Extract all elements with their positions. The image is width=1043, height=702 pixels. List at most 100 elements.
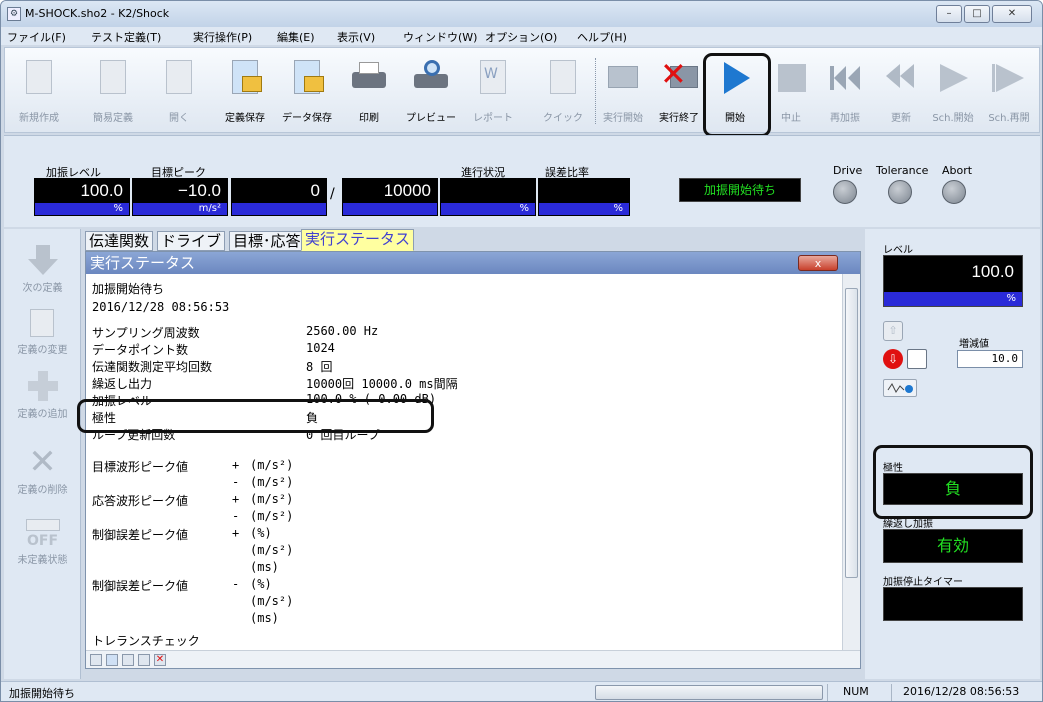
save-data-button[interactable]: データ保存 (279, 54, 335, 128)
peak-row: 目標波形ピーク値 + (m/s²) (92, 458, 294, 474)
tab-target-response[interactable]: 目標･応答 (229, 231, 305, 251)
peak-row: 応答波形ピーク値 + (m/s²) (92, 492, 294, 508)
menu-run-ops[interactable]: 実行操作(P) (193, 29, 252, 45)
level-down-button[interactable]: ⇩ (883, 349, 903, 369)
run-start-icon (604, 58, 642, 98)
close-button[interactable]: ✕ (992, 5, 1032, 23)
menu-window[interactable]: ウィンドウ(W) (403, 29, 477, 45)
minimize-button[interactable]: – (936, 5, 962, 23)
edit-icon (26, 305, 60, 339)
right-level-display: 100.0 % (883, 255, 1023, 307)
statusbar-datetime: 2016/12/28 08:56:53 (903, 685, 1020, 698)
split-icon[interactable] (106, 654, 118, 666)
abort-label: Abort (942, 164, 973, 177)
next-def-button[interactable]: 次の定義 (4, 243, 81, 294)
reexcite-button[interactable]: 再加振 (817, 54, 873, 128)
progress-total-display: 10000 (342, 178, 438, 216)
run-status-title: 実行ステータス (86, 252, 860, 274)
run-status-close-button[interactable]: x (798, 255, 838, 271)
progress-count-display: 0 (231, 178, 327, 216)
info-row: サンプリング周波数 2560.00 Hz (92, 324, 379, 340)
drive-lamp (833, 180, 857, 204)
statusbar-progress (595, 685, 823, 700)
repeat-display: 有効 (883, 529, 1023, 563)
level-up-button[interactable]: ⇧ (883, 321, 903, 341)
status-panel: 加振レベル 目標ピーク 進行状況 誤差比率 100.0% −10.0 m/s² 0… (4, 135, 1040, 227)
undefined-state-button[interactable]: OFF 未定義状態 (4, 515, 81, 566)
run-status-content: 加振開始待ち 2016/12/28 08:56:53 サンプリング周波数 2560… (86, 274, 842, 650)
vertical-scrollbar[interactable] (842, 274, 860, 650)
report-button[interactable]: W レポート (465, 54, 521, 128)
scroll-thumb[interactable] (845, 288, 858, 578)
quick-button[interactable]: クイック (535, 54, 591, 128)
delete-icon: ✕ (28, 442, 57, 482)
preview-button[interactable]: プレビュー (403, 54, 459, 128)
change-def-button[interactable]: 定義の変更 (4, 305, 81, 356)
polarity-highlight-box (77, 399, 434, 433)
right-polarity-highlight-box (873, 445, 1033, 519)
run-end-button[interactable]: ✕ 実行終了 (651, 54, 707, 128)
step-edit-button[interactable] (907, 349, 927, 369)
status-bar: 加振開始待ち NUM 2016/12/28 08:56:53 (1, 681, 1042, 701)
save-data-icon (288, 58, 326, 98)
timestamp-line: 2016/12/28 08:56:53 (92, 300, 230, 314)
progress-percent-display: % (440, 178, 536, 216)
stop-icon (772, 58, 810, 98)
info-row: 繰返し出力 10000回 10000.0 ms間隔 (92, 377, 458, 391)
inner-toolbar: ✕ (86, 650, 860, 668)
tab-drive[interactable]: ドライブ (157, 231, 226, 251)
delete-small-icon[interactable]: ✕ (154, 654, 166, 666)
print-button[interactable]: 印刷 (341, 54, 397, 128)
tab-run-status[interactable]: 実行ステータス (301, 229, 415, 251)
sch-resume-icon (990, 58, 1028, 98)
update-icon (882, 58, 920, 98)
window-title: M-SHOCK.sho2 - K2/Shock (25, 7, 170, 20)
definition-sidebar: 次の定義 定義の変更 定義の追加 ✕ 定義の削除 OFF 未定義状態 (4, 229, 81, 679)
tolerance-lamp (888, 180, 912, 204)
menu-help[interactable]: ヘルプ(H) (577, 29, 627, 45)
stop-timer-display (883, 587, 1023, 621)
off-icon: OFF (25, 515, 60, 549)
sch-resume-button[interactable]: Sch.再開 (981, 54, 1037, 128)
delete-def-button[interactable]: ✕ 定義の削除 (4, 445, 81, 496)
simple-def-icon (94, 58, 132, 98)
paste-icon[interactable] (138, 654, 150, 666)
progress-separator: / (330, 186, 335, 202)
sch-start-button[interactable]: Sch.開始 (925, 54, 981, 128)
new-button[interactable]: 新規作成 (11, 54, 67, 128)
simple-def-button[interactable]: 簡易定義 (85, 54, 141, 128)
update-button[interactable]: 更新 (873, 54, 929, 128)
layout-icon[interactable] (90, 654, 102, 666)
run-status-window: 実行ステータス x 加振開始待ち 2016/12/28 08:56:53 サンプ… (85, 251, 861, 669)
menu-view[interactable]: 表示(V) (337, 29, 375, 45)
quick-icon (544, 58, 582, 98)
maximize-button[interactable]: □ (964, 5, 990, 23)
waveform-button[interactable] (883, 379, 917, 397)
new-doc-icon (20, 58, 58, 98)
run-start-button[interactable]: 実行開始 (595, 54, 651, 128)
menu-test-def[interactable]: テスト定義(T) (91, 29, 161, 45)
target-peak-display: −10.0 m/s² (132, 178, 228, 216)
sch-start-icon (934, 58, 972, 98)
copy-icon[interactable] (122, 654, 134, 666)
menu-options[interactable]: オプション(O) (485, 29, 557, 45)
rewind-icon (826, 58, 864, 98)
abort-lamp (942, 180, 966, 204)
drive-label: Drive (833, 164, 863, 177)
save-def-button[interactable]: 定義保存 (217, 54, 273, 128)
menu-bar: ファイル(F) テスト定義(T) 実行操作(P) 編集(E) 表示(V) ウィン… (1, 27, 1042, 45)
add-def-button[interactable]: 定義の追加 (4, 369, 81, 420)
peak-row: 制御誤差ピーク値 + (%) (92, 526, 272, 542)
stop-button[interactable]: 中止 (763, 54, 819, 128)
step-value-input[interactable]: 10.0 (957, 350, 1023, 368)
status-line: 加振開始待ち (92, 282, 165, 296)
open-icon (160, 58, 198, 98)
info-row: 伝達関数測定平均回数 8 回 (92, 360, 333, 374)
menu-file[interactable]: ファイル(F) (7, 29, 66, 45)
menu-edit[interactable]: 編集(E) (277, 29, 315, 45)
tab-transfer-function[interactable]: 伝達関数 (85, 231, 154, 251)
info-row: データポイント数 1024 (92, 341, 335, 357)
statusbar-separator (827, 684, 828, 701)
open-button[interactable]: 開く (151, 54, 207, 128)
title-bar: ⚙ M-SHOCK.sho2 - K2/Shock – □ ✕ (1, 1, 1042, 27)
